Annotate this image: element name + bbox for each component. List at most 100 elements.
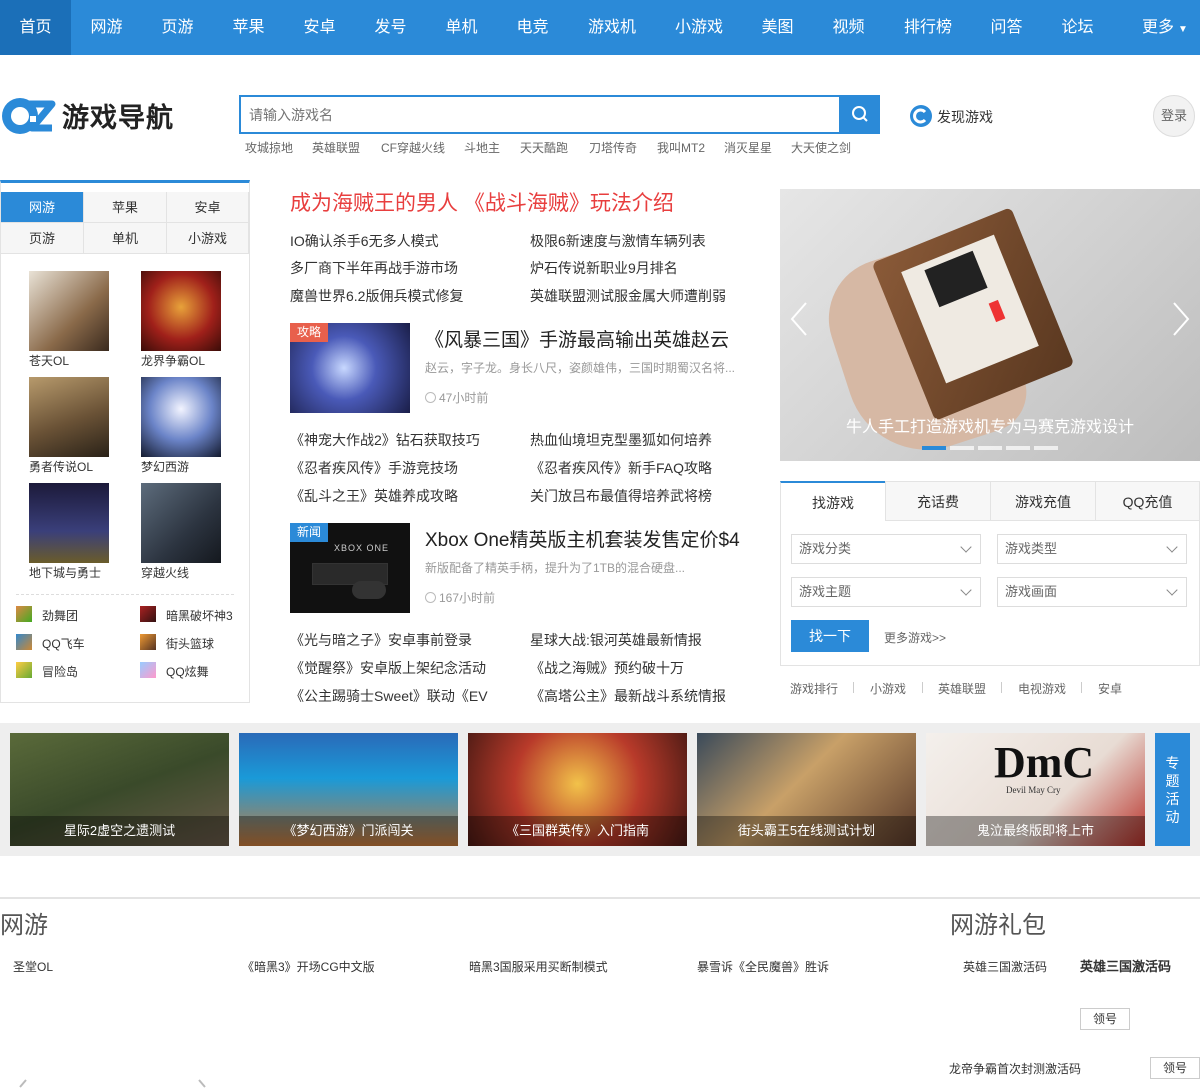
nav-item-qa[interactable]: 问答 (971, 0, 1042, 55)
news-link[interactable]: 极限6新速度与激情车辆列表 (530, 231, 706, 251)
game-name[interactable]: 梦幻西游 (141, 458, 189, 475)
nav-item-forum[interactable]: 论坛 (1042, 0, 1113, 55)
game-name[interactable]: 苍天OL (29, 352, 69, 369)
hot-tag[interactable]: CF穿越火线 (381, 139, 445, 156)
news-link[interactable]: 《高塔公主》最新战斗系统情报 (530, 686, 726, 706)
nav-item-rank[interactable]: 排行榜 (891, 0, 965, 55)
news-link[interactable]: 《光与暗之子》安卓事前登录 (290, 630, 472, 650)
slider-dot[interactable] (950, 446, 974, 450)
find-game-button[interactable]: 找一下 (791, 620, 869, 652)
nav-item-home[interactable]: 首页 (0, 0, 71, 55)
banner-card[interactable]: DmC Devil May Cry 鬼泣最终版即将上市 (926, 733, 1145, 846)
news-link[interactable]: 《暗黑3》开场CG中文版 (242, 958, 375, 975)
nav-item-console[interactable]: 游戏机 (575, 0, 649, 55)
game-thumbnail[interactable] (141, 271, 221, 351)
quick-link[interactable]: 电视游戏 (1018, 680, 1066, 697)
news-link[interactable]: 《忍者疾风传》新手FAQ攻略 (530, 458, 712, 478)
slider-dot[interactable] (1034, 446, 1058, 450)
gift-item-active[interactable]: 英雄三国激活码 (1080, 956, 1171, 975)
banner-card[interactable]: 《梦幻西游》门派闯关 (239, 733, 458, 846)
more-games-link[interactable]: 更多游戏>> (884, 629, 946, 646)
quick-link[interactable]: 安卓 (1098, 680, 1122, 697)
nav-item-pics[interactable]: 美图 (742, 0, 813, 55)
hot-tag[interactable]: 大天使之剑 (791, 139, 851, 156)
tab-web[interactable]: 页游 (1, 223, 84, 254)
hot-tag[interactable]: 斗地主 (464, 139, 500, 156)
tab-recharge-phone[interactable]: 充话费 (885, 481, 991, 521)
select-game-graphics[interactable]: 游戏画面 (997, 577, 1187, 607)
news-link[interactable]: 星球大战:银河英雄最新情报 (530, 630, 702, 650)
hot-tag[interactable]: 英雄联盟 (312, 139, 360, 156)
game-thumbnail[interactable] (141, 483, 221, 563)
feature-title[interactable]: Xbox One精英版主机套装发售定价$4 (425, 525, 740, 552)
discover-link[interactable]: 发现游戏 (937, 107, 993, 127)
image-slider[interactable]: 牛人手工打造游戏机专为马赛克游戏设计 (780, 189, 1200, 461)
game-thumbnail[interactable] (29, 483, 109, 563)
gift-item[interactable]: 龙帝争霸首次封测激活码 (949, 1060, 1081, 1077)
nav-item-minigame[interactable]: 小游戏 (662, 0, 736, 55)
mini-game-name[interactable]: 暗黑破坏神3 (166, 607, 233, 624)
news-link[interactable]: 英雄联盟测试服金属大师遭削弱 (530, 286, 726, 306)
select-game-type[interactable]: 游戏类型 (997, 534, 1187, 564)
news-link[interactable]: 《公主踢骑士Sweet》联动《EV (290, 686, 488, 706)
hot-tag[interactable]: 刀塔传奇 (589, 139, 637, 156)
hot-tag[interactable]: 我叫MT2 (657, 139, 705, 156)
hot-tag[interactable]: 天天酷跑 (520, 139, 568, 156)
hot-tag[interactable]: 消灭星星 (724, 139, 772, 156)
nav-item-single[interactable]: 单机 (426, 0, 497, 55)
tab-single[interactable]: 单机 (84, 223, 167, 254)
claim-button[interactable]: 领号 (1150, 1057, 1200, 1079)
news-link[interactable]: 关门放吕布最值得培养武将榜 (530, 486, 712, 506)
game-thumbnail[interactable] (141, 377, 221, 457)
tab-apple[interactable]: 苹果 (84, 192, 167, 223)
hot-tag[interactable]: 攻城掠地 (245, 139, 293, 156)
news-link[interactable]: 《乱斗之王》英雄养成攻略 (290, 486, 458, 506)
tab-find-game[interactable]: 找游戏 (780, 481, 886, 521)
mini-game-name[interactable]: 冒险岛 (42, 663, 78, 680)
nav-item-video[interactable]: 视频 (813, 0, 884, 55)
tab-game-recharge[interactable]: 游戏充值 (990, 481, 1096, 521)
search-button[interactable] (840, 95, 880, 134)
chevron-left-icon[interactable] (16, 1078, 32, 1091)
select-game-theme[interactable]: 游戏主题 (791, 577, 981, 607)
news-link[interactable]: 《战之海贼》预约破十万 (530, 658, 684, 678)
chevron-right-icon[interactable] (194, 1078, 210, 1091)
select-game-category[interactable]: 游戏分类 (791, 534, 981, 564)
slider-dot[interactable] (1006, 446, 1030, 450)
mini-game-name[interactable]: 劲舞团 (42, 607, 78, 624)
quick-link[interactable]: 英雄联盟 (938, 680, 986, 697)
section-title-online[interactable]: 网游 (0, 905, 48, 940)
game-name[interactable]: 勇者传说OL (29, 458, 93, 475)
quick-link[interactable]: 游戏排行 (790, 680, 838, 697)
search-input[interactable] (239, 95, 841, 134)
news-link[interactable]: 暴雪诉《全民魔兽》胜诉 (697, 958, 829, 975)
news-link[interactable]: 《神宠大作战2》钻石获取技巧 (290, 430, 480, 450)
tab-android[interactable]: 安卓 (167, 192, 249, 223)
feature-title[interactable]: 《风暴三国》手游最高输出英雄赵云 (425, 325, 729, 352)
news-link[interactable]: 《觉醒祭》安卓版上架纪念活动 (290, 658, 486, 678)
banner-card[interactable]: 《三国群英传》入门指南 (468, 733, 687, 846)
nav-item-more[interactable]: 更多 ▼ (1130, 0, 1200, 55)
news-link[interactable]: 魔兽世界6.2版佣兵模式修复 (290, 286, 463, 306)
game-name[interactable]: 地下城与勇士 (29, 564, 101, 581)
news-link[interactable]: 圣堂OL (13, 958, 53, 975)
game-name[interactable]: 穿越火线 (141, 564, 189, 581)
game-name[interactable]: 龙界争霸OL (141, 352, 205, 369)
news-link[interactable]: 热血仙境坦克型墨狐如何培养 (530, 430, 712, 450)
news-link[interactable]: 炉石传说新职业9月排名 (530, 258, 678, 278)
banner-card[interactable]: 街头霸王5在线测试计划 (697, 733, 916, 846)
nav-item-apple[interactable]: 苹果 (213, 0, 284, 55)
slider-dot[interactable] (978, 446, 1002, 450)
slider-dot-active[interactable] (922, 446, 946, 450)
news-link[interactable]: 多厂商下半年再战手游市场 (290, 258, 458, 278)
quick-link[interactable]: 小游戏 (870, 680, 906, 697)
mini-game-name[interactable]: 街头篮球 (166, 635, 214, 652)
game-thumbnail[interactable] (29, 377, 109, 457)
nav-item-online[interactable]: 网游 (71, 0, 142, 55)
news-link[interactable]: 暗黑3国服采用买断制模式 (469, 958, 608, 975)
logo-icon[interactable] (0, 90, 56, 140)
mini-game-name[interactable]: QQ飞车 (42, 635, 85, 652)
tab-online[interactable]: 网游 (1, 192, 84, 223)
nav-item-esports[interactable]: 电竞 (497, 0, 568, 55)
logo-text[interactable]: 游戏导航 (62, 96, 174, 135)
